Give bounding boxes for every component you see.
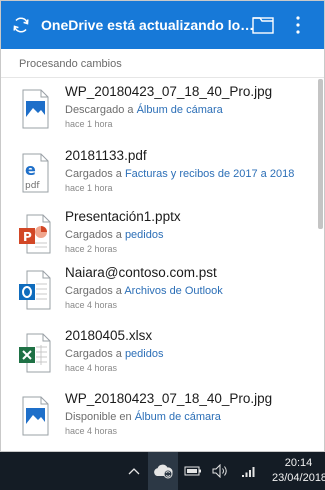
- more-vertical-icon[interactable]: [287, 11, 309, 39]
- taskbar: 20:14 23/04/2018: [0, 452, 325, 490]
- header-bar: OneDrive está actualizando los archivos.…: [1, 1, 324, 49]
- section-divider: [1, 77, 324, 78]
- file-name: 20181133.pdf: [65, 148, 147, 163]
- pdf-file-icon: e pdf: [17, 153, 53, 193]
- clock-time: 20:14: [284, 457, 313, 469]
- svg-text:e: e: [25, 160, 36, 179]
- file-action: Cargados a pedidos: [65, 348, 164, 360]
- system-clock[interactable]: 20:14 23/04/2018: [272, 456, 325, 486]
- sync-icon: [1, 1, 41, 49]
- image-file-icon: [17, 89, 53, 129]
- wifi-icon[interactable]: [238, 452, 260, 490]
- list-item[interactable]: WP_20180423_07_18_40_Pro.jpg Disponible …: [1, 390, 319, 451]
- outlook-file-icon: [17, 270, 53, 310]
- file-time: hace 4 horas: [65, 426, 118, 436]
- volume-icon[interactable]: [210, 452, 230, 490]
- location-link[interactable]: Facturas y recibos de 2017 a 2018: [125, 168, 294, 180]
- file-time: hace 1 hora: [65, 183, 113, 193]
- list-item[interactable]: 20180405.xlsx Cargados a pedidos hace 4 …: [1, 327, 319, 389]
- powerpoint-file-icon: P: [17, 214, 53, 254]
- file-name: Naiara@contoso.com.pst: [65, 265, 217, 280]
- scrollbar[interactable]: [318, 79, 323, 229]
- image-file-icon: [17, 396, 53, 436]
- location-link[interactable]: Archivos de Outlook: [124, 285, 222, 297]
- file-name: WP_20180423_07_18_40_Pro.jpg: [65, 391, 273, 406]
- file-action: Descargado a Álbum de cámara: [65, 104, 223, 116]
- file-action: Cargados a Facturas y recibos de 2017 a …: [65, 168, 295, 180]
- file-action: Cargados a Archivos de Outlook: [65, 285, 223, 297]
- location-link[interactable]: pedidos: [125, 348, 164, 360]
- file-action: Cargados a pedidos: [65, 229, 164, 241]
- list-item[interactable]: e pdf 20181133.pdf Cargados a Facturas y…: [1, 147, 319, 209]
- list-item[interactable]: Naiara@contoso.com.pst Cargados a Archiv…: [1, 264, 319, 326]
- svg-text:pdf: pdf: [25, 181, 40, 191]
- clock-date: 23/04/2018: [272, 472, 325, 484]
- section-label: Procesando cambios: [19, 58, 122, 70]
- battery-icon[interactable]: [182, 452, 204, 490]
- file-time: hace 4 horas: [65, 363, 118, 373]
- file-name: Presentación1.pptx: [65, 209, 181, 224]
- list-item[interactable]: WP_20180423_07_18_40_Pro.jpg Descargado …: [1, 83, 319, 145]
- file-time: hace 1 hora: [65, 119, 113, 129]
- folder-icon[interactable]: [250, 13, 276, 37]
- file-action: Disponible en Álbum de cámara: [65, 411, 221, 423]
- list-item[interactable]: P Presentación1.pptx Cargados a pedidos …: [1, 208, 319, 270]
- onedrive-flyout: OneDrive está actualizando los archivos.…: [0, 0, 325, 452]
- onedrive-cloud-icon[interactable]: [148, 452, 178, 490]
- file-time: hace 4 horas: [65, 300, 118, 310]
- file-name: 20180405.xlsx: [65, 328, 153, 343]
- location-link[interactable]: Álbum de cámara: [135, 411, 221, 423]
- file-time: hace 2 horas: [65, 244, 118, 254]
- excel-file-icon: [17, 333, 53, 373]
- svg-text:P: P: [23, 230, 32, 244]
- chevron-up-icon[interactable]: [124, 452, 144, 490]
- file-name: WP_20180423_07_18_40_Pro.jpg: [65, 84, 273, 99]
- location-link[interactable]: pedidos: [125, 229, 164, 241]
- header-title: OneDrive está actualizando los archivos.…: [41, 17, 255, 33]
- location-link[interactable]: Álbum de cámara: [137, 104, 223, 116]
